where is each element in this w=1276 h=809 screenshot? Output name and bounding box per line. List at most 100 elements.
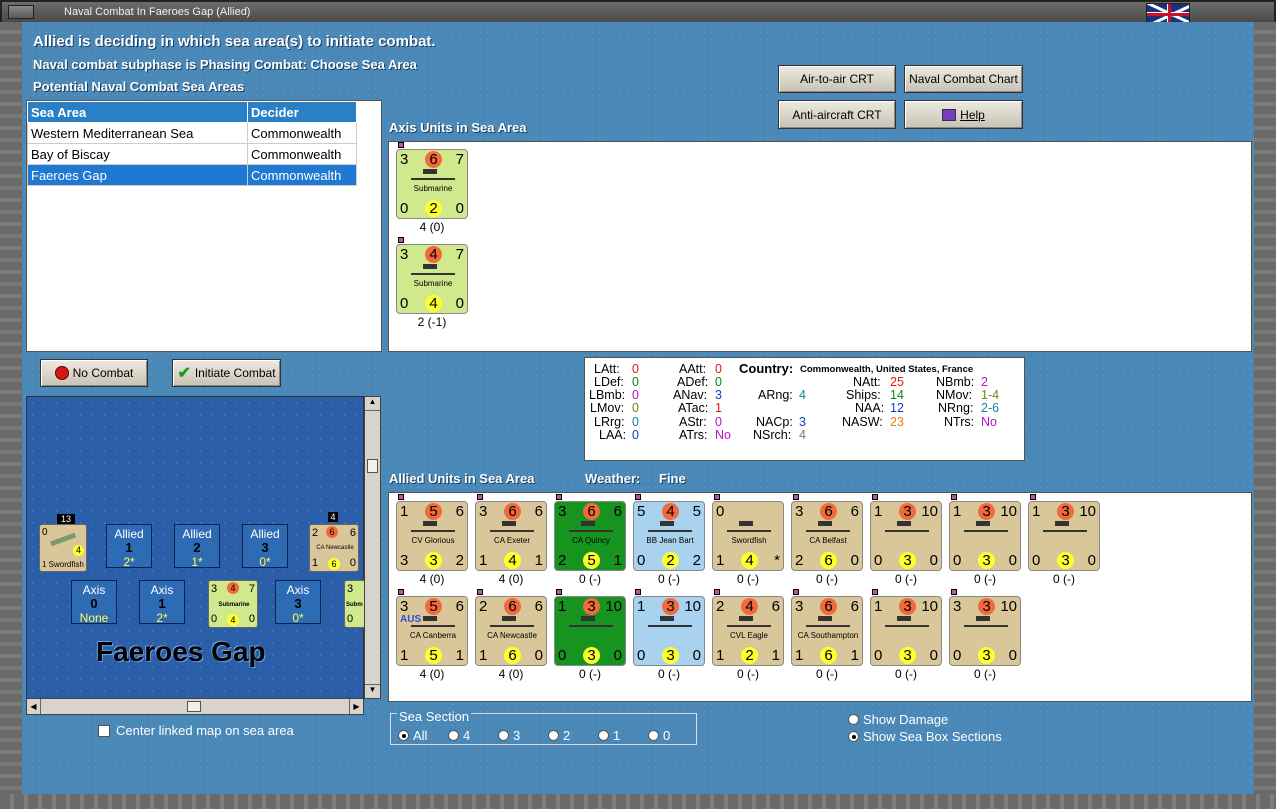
naval-combat-chart-button[interactable]: Naval Combat Chart: [904, 65, 1023, 93]
bottom-right-value: 1: [613, 552, 622, 569]
unit-counter[interactable]: 1 10 0 0 3 3: [1028, 501, 1100, 571]
top-left-value: 3: [953, 598, 962, 615]
allied-box-2[interactable]: Allied 2 1*: [174, 524, 220, 569]
unit-counter[interactable]: 3 10 0 0 3 3: [949, 596, 1021, 666]
unit-counter[interactable]: 3 6 1 1 6 4 CA Exeter: [475, 501, 547, 571]
top-right-value: 7: [455, 151, 464, 168]
top-left-value: 1: [637, 598, 646, 615]
axis-box-1[interactable]: Axis 1 2*: [139, 580, 185, 625]
stat-nsrch: 4: [799, 428, 806, 442]
unit-name: CA Canberra: [409, 631, 457, 640]
col-decider[interactable]: Decider: [247, 101, 357, 123]
swordfish-counter[interactable]: 0 4 1 Swordfish: [39, 524, 87, 572]
unit-counter[interactable]: 5 5 0 2 4 2 BB Jean Bart: [633, 501, 705, 571]
unit-marker-icon: [556, 494, 562, 500]
unit-counter[interactable]: 2 6 1 0 6 6 CA Newcastle: [475, 596, 547, 666]
window-title: Naval Combat In Faeroes Gap (Allied): [64, 6, 251, 18]
unit-caption: 0 (-): [579, 667, 601, 681]
unit-counter[interactable]: 3 7 0 0 4 4 Submarine: [396, 244, 468, 314]
top-right-value: 6: [771, 598, 780, 615]
unit-stats-panel: LAtt: 0 LDef: 0 LBmb: 0 LMov: 0 LRrg: 0 LAA: 0…: [584, 357, 1025, 461]
top-left-value: 3: [400, 598, 409, 615]
no-combat-button[interactable]: No Combat: [40, 359, 148, 387]
help-button[interactable]: Help: [904, 100, 1023, 129]
unit-marker-icon: [951, 494, 957, 500]
attack-value: 3: [899, 598, 916, 615]
section-radio-4[interactable]: 4: [448, 728, 470, 743]
stat-nacp: 3: [799, 415, 806, 429]
attack-value: 4: [741, 598, 758, 615]
unit-counter[interactable]: 0 1 * 4 Swordfish: [712, 501, 784, 571]
stat-natt: 25: [890, 375, 904, 389]
bottom-left-value: 0: [637, 647, 646, 664]
section-radio-1[interactable]: 1: [598, 728, 620, 743]
submarine-counter-partial[interactable]: 3 Subm 0: [344, 580, 365, 628]
defense-value: 4: [741, 552, 758, 569]
stat-lbmb: 0: [632, 388, 639, 402]
bottom-right-value: 0: [613, 647, 622, 664]
initiate-combat-button[interactable]: ✔ Initiate Combat: [172, 359, 281, 387]
unit-marker-icon: [477, 589, 483, 595]
stat-astr: 0: [715, 415, 722, 429]
section-radio-3[interactable]: 3: [498, 728, 520, 743]
allied-box-1[interactable]: Allied 1 2*: [106, 524, 152, 569]
cell-decider: Commonwealth: [247, 122, 357, 144]
unit-counter[interactable]: 1 6 3 2 5 3 CV Glorious: [396, 501, 468, 571]
scroll-thumb[interactable]: [187, 701, 201, 712]
show-damage-radio[interactable]: Show Damage: [848, 712, 948, 727]
section-radio-all[interactable]: All: [398, 728, 427, 743]
col-sea-area[interactable]: Sea Area: [27, 101, 248, 123]
scroll-down-icon[interactable]: ▼: [365, 684, 380, 698]
allied-box-3[interactable]: Allied 3 0*: [242, 524, 288, 569]
air-to-air-crt-button[interactable]: Air-to-air CRT: [778, 65, 896, 93]
map-vertical-scrollbar[interactable]: ▲ ▼: [364, 396, 381, 699]
checkbox-box[interactable]: [98, 724, 110, 737]
top-left-value: 1: [400, 503, 409, 520]
unit-counter[interactable]: 3 6 2 0 6 6 CA Belfast: [791, 501, 863, 571]
top-right-value: 10: [921, 598, 938, 615]
axis-box-0[interactable]: Axis 0 None: [71, 580, 117, 625]
bottom-right-value: 0: [534, 647, 543, 664]
scroll-thumb[interactable]: [367, 459, 378, 473]
center-linked-checkbox[interactable]: Center linked map on sea area: [98, 723, 294, 738]
top-left-value: 3: [400, 151, 409, 168]
attack-value: 6: [425, 151, 442, 168]
unit-counter[interactable]: 3 6 2 1 6 5 CA Quincy: [554, 501, 626, 571]
bottom-left-value: 0: [558, 647, 567, 664]
table-row[interactable]: Bay of Biscay Commonwealth: [27, 143, 357, 165]
ship-silhouette-icon: [964, 521, 1008, 532]
anti-aircraft-crt-button[interactable]: Anti-aircraft CRT: [778, 100, 896, 129]
unit-name: CA Southampton: [797, 631, 859, 640]
scroll-up-icon[interactable]: ▲: [365, 397, 380, 411]
unit-counter[interactable]: 3 6 1 1 6 6 CA Southampton: [791, 596, 863, 666]
weather-value: Fine: [659, 471, 686, 486]
unit-counter[interactable]: 1 10 0 0 3 3: [870, 501, 942, 571]
scroll-left-icon[interactable]: ◀: [27, 699, 41, 714]
axis-units-label: Axis Units in Sea Area: [389, 120, 527, 135]
submarine-counter[interactable]: 3 4 7 Submarine 0 4 0: [208, 580, 258, 628]
unit-counter[interactable]: 3 6 1 1 5 5 CA Canberra: [396, 596, 468, 666]
section-radio-0[interactable]: 0: [648, 728, 670, 743]
unit-counter[interactable]: 2 6 1 1 4 2 CVL Eagle: [712, 596, 784, 666]
status-line-3: Potential Naval Combat Sea Areas: [33, 79, 245, 94]
unit-caption: 0 (-): [974, 572, 996, 586]
unit-counter[interactable]: 1 10 0 0 3 3: [949, 501, 1021, 571]
newcastle-counter[interactable]: 2 6 6 CA Newcastle 1 6 0: [309, 524, 359, 572]
unit-counter[interactable]: 1 10 0 0 3 3: [870, 596, 942, 666]
stat-nmov: 1-4: [981, 388, 1000, 402]
map-horizontal-scrollbar[interactable]: ◀ ▶: [26, 698, 364, 715]
system-menu-button[interactable]: [8, 5, 34, 19]
unit-counter[interactable]: 1 10 0 0 3 3: [633, 596, 705, 666]
axis-box-3[interactable]: Axis 3 0*: [275, 580, 321, 625]
bottom-right-value: 1: [534, 552, 543, 569]
unit-counter[interactable]: 1 10 0 0 3 3: [554, 596, 626, 666]
show-sea-box-sections-radio[interactable]: Show Sea Box Sections: [848, 729, 1002, 744]
top-right-value: 10: [605, 598, 622, 615]
table-row-selected[interactable]: Faeroes Gap Commonwealth: [27, 164, 357, 186]
bottom-left-value: 1: [795, 647, 804, 664]
table-row[interactable]: Western Mediterranean Sea Commonwealth: [27, 122, 357, 144]
scroll-right-icon[interactable]: ▶: [349, 699, 363, 714]
unit-counter[interactable]: 3 7 0 0 6 2 Submarine: [396, 149, 468, 219]
left-border: [0, 22, 22, 798]
section-radio-2[interactable]: 2: [548, 728, 570, 743]
